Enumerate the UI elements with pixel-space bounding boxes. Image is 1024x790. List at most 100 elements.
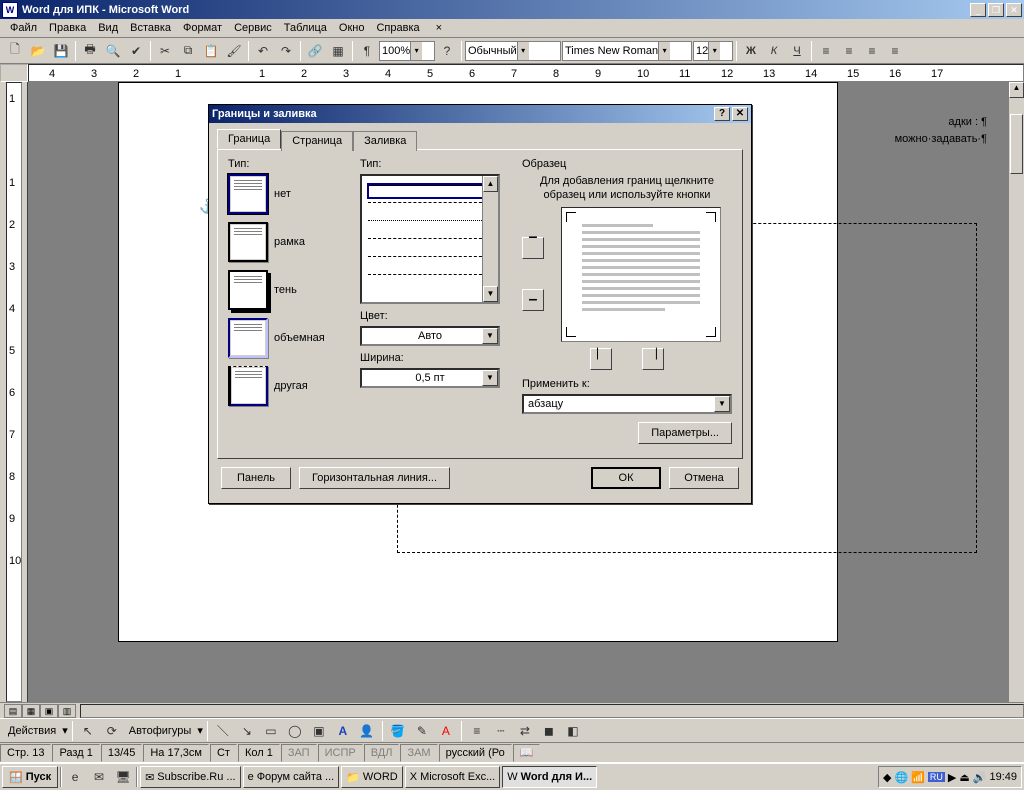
scroll-up-icon[interactable]: ▲	[1009, 82, 1024, 98]
outline-view-icon[interactable]: ▥	[58, 704, 76, 718]
menu-table[interactable]: Таблица	[278, 20, 333, 36]
dash-style-icon[interactable]: ┄	[490, 720, 512, 742]
spell-icon[interactable]: ✔	[125, 40, 147, 62]
menu-file[interactable]: Файл	[4, 20, 43, 36]
task-forum[interactable]: e Форум сайта ...	[243, 766, 340, 788]
quick-oe-icon[interactable]: ✉	[88, 766, 110, 788]
line-style-icon[interactable]: ≡	[466, 720, 488, 742]
menu-edit[interactable]: Правка	[43, 20, 92, 36]
setting-custom[interactable]: другая	[228, 366, 348, 406]
menu-format[interactable]: Формат	[177, 20, 228, 36]
wordart-icon[interactable]: A	[332, 720, 354, 742]
tab-page[interactable]: Страница	[281, 131, 353, 151]
border-top-button[interactable]: ▔	[522, 237, 544, 259]
minimize-button[interactable]: _	[970, 3, 986, 17]
system-tray[interactable]: ◆ 🌐 📶 RU ▶ ⏏ 🔊 19:49	[878, 766, 1022, 788]
align-left-icon[interactable]: ≡	[815, 40, 837, 62]
tray-icon[interactable]: ◆	[883, 771, 891, 784]
line-icon[interactable]: ＼	[212, 720, 234, 742]
underline-icon[interactable]: Ч	[786, 40, 808, 62]
line-color-icon[interactable]: ✎	[411, 720, 433, 742]
align-right-icon[interactable]: ≡	[861, 40, 883, 62]
select-icon[interactable]: ↖	[77, 720, 99, 742]
arrow-icon[interactable]: ↘	[236, 720, 258, 742]
style-combo[interactable]: Обычный▾	[465, 41, 561, 61]
dialog-help-button[interactable]: ?	[714, 107, 730, 121]
scroll-thumb[interactable]	[1010, 114, 1023, 174]
linestyle-listbox[interactable]: ▲▼	[360, 174, 500, 304]
preview-box[interactable]	[561, 207, 721, 342]
tray-icon[interactable]: 🌐	[894, 771, 908, 784]
start-button[interactable]: 🪟 Пуск	[2, 766, 58, 788]
menu-view[interactable]: Вид	[92, 20, 124, 36]
task-word-folder[interactable]: 📁 WORD	[341, 766, 403, 788]
quick-desktop-icon[interactable]: 🖥	[112, 766, 134, 788]
normal-view-icon[interactable]: ▤	[4, 704, 22, 718]
border-right-button[interactable]: ▕	[642, 348, 664, 370]
zoom-combo[interactable]: 100%▾	[379, 41, 435, 61]
cut-icon[interactable]: ✂	[154, 40, 176, 62]
clipart-icon[interactable]: 👤	[356, 720, 378, 742]
task-excel[interactable]: X Microsoft Exc...	[405, 766, 501, 788]
status-book-icon[interactable]: 📖	[513, 744, 541, 762]
font-combo[interactable]: Times New Roman▾	[562, 41, 692, 61]
print-view-icon[interactable]: ▣	[40, 704, 58, 718]
show-marks-icon[interactable]: ¶	[356, 40, 378, 62]
quick-ie-icon[interactable]: e	[64, 766, 86, 788]
dialog-titlebar[interactable]: Границы и заливка ? ✕	[209, 105, 751, 123]
align-justify-icon[interactable]: ≡	[884, 40, 906, 62]
menu-help[interactable]: Справка	[370, 20, 425, 36]
horizontal-ruler[interactable]: 43211234567891011121314151617	[0, 64, 1024, 82]
color-combo[interactable]: Авто▼	[360, 326, 500, 346]
ok-button[interactable]: ОК	[591, 467, 661, 489]
options-button[interactable]: Параметры...	[638, 422, 732, 444]
tray-icon[interactable]: ▶	[948, 771, 956, 784]
help-icon[interactable]: ?	[436, 40, 458, 62]
open-icon[interactable]: 📂	[27, 40, 49, 62]
menu-tools[interactable]: Сервис	[228, 20, 278, 36]
undo-icon[interactable]: ↶	[252, 40, 274, 62]
tab-border[interactable]: Граница	[217, 129, 281, 149]
scroll-up-icon[interactable]: ▲	[483, 176, 498, 192]
setting-shadow[interactable]: тень	[228, 270, 348, 310]
format-painter-icon[interactable]: 🖌	[223, 40, 245, 62]
textbox-icon[interactable]: ▣	[308, 720, 330, 742]
fontsize-combo[interactable]: 12▾	[693, 41, 733, 61]
vertical-ruler[interactable]: 112345678910	[0, 82, 28, 702]
italic-icon[interactable]: К	[763, 40, 785, 62]
oval-icon[interactable]: ◯	[284, 720, 306, 742]
shadow-icon[interactable]: ◼	[538, 720, 560, 742]
tray-icon[interactable]: ⏏	[959, 771, 969, 784]
apply-to-combo[interactable]: абзацу▼	[522, 394, 732, 414]
print-icon[interactable]: 🖶	[79, 40, 101, 62]
scroll-down-icon[interactable]: ▼	[483, 286, 498, 302]
setting-3d[interactable]: объемная	[228, 318, 348, 358]
copy-icon[interactable]: ⧉	[177, 40, 199, 62]
arrow-style-icon[interactable]: ⇄	[514, 720, 536, 742]
redo-icon[interactable]: ↷	[275, 40, 297, 62]
task-subscribe[interactable]: ✉ Subscribe.Ru ...	[140, 766, 240, 788]
setting-none[interactable]: нет	[228, 174, 348, 214]
fill-color-icon[interactable]: 🪣	[387, 720, 409, 742]
vertical-scrollbar[interactable]: ▲	[1008, 82, 1024, 702]
3d-icon[interactable]: ◧	[562, 720, 584, 742]
border-bottom-button[interactable]: ▁	[522, 289, 544, 311]
font-color-icon[interactable]: A	[435, 720, 457, 742]
preview-icon[interactable]: 🔍	[102, 40, 124, 62]
tray-lang-icon[interactable]: RU	[928, 772, 945, 782]
tables-borders-icon[interactable]: ▦	[327, 40, 349, 62]
menu-insert[interactable]: Вставка	[124, 20, 177, 36]
rotate-icon[interactable]: ⟳	[101, 720, 123, 742]
task-word-active[interactable]: W Word для И...	[502, 766, 597, 788]
hyperlink-icon[interactable]: 🔗	[304, 40, 326, 62]
menu-window[interactable]: Окно	[333, 20, 371, 36]
actions-menu[interactable]: Действия	[4, 725, 60, 737]
show-toolbar-button[interactable]: Панель	[221, 467, 291, 489]
rect-icon[interactable]: ▭	[260, 720, 282, 742]
align-center-icon[interactable]: ≡	[838, 40, 860, 62]
web-view-icon[interactable]: ▦	[22, 704, 40, 718]
paste-icon[interactable]: 📋	[200, 40, 222, 62]
tray-clock[interactable]: 19:49	[989, 771, 1017, 783]
border-left-button[interactable]: ▏	[590, 348, 612, 370]
autoshapes-menu[interactable]: Автофигуры	[125, 725, 196, 737]
